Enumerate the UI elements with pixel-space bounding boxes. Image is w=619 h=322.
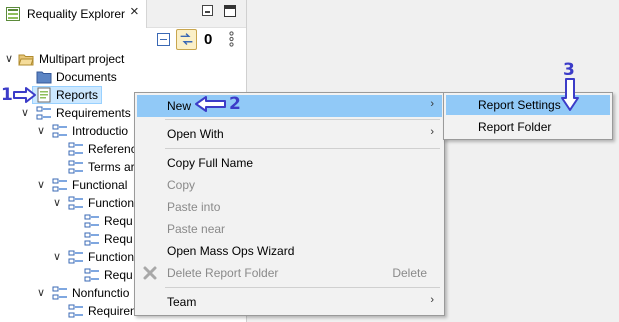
tree-item-label: Function — [88, 196, 135, 210]
tree-item-label: Functional — [72, 178, 128, 192]
new-submenu: Report Settings Report Folder — [443, 92, 613, 140]
tree-item-label: Terms ar — [88, 160, 135, 174]
menu-item-report-settings[interactable]: Report Settings — [446, 95, 610, 115]
step-2-arrow-icon — [195, 96, 226, 112]
tree-item-label: Requ — [104, 232, 133, 246]
menu-item-label: Open With — [167, 127, 224, 141]
menu-item-team[interactable]: Team › — [137, 291, 442, 313]
view-title-bar — [147, 0, 246, 28]
expand-chevron-icon[interactable]: ∨ — [36, 178, 46, 191]
explorer-icon — [6, 7, 20, 21]
menu-item-copy[interactable]: Copy — [137, 174, 442, 196]
filter-count: 0 — [204, 31, 213, 48]
expand-chevron-icon[interactable]: ∨ — [52, 250, 62, 263]
tree-item-label: Requirements — [56, 106, 131, 120]
menu-separator — [165, 287, 440, 288]
menu-item-label: Delete Report Folder — [167, 266, 279, 280]
view-menu-icon[interactable] — [229, 31, 234, 47]
step-1-number: 1 — [1, 85, 13, 105]
step-2-number: 2 — [229, 94, 241, 114]
delete-icon — [143, 266, 157, 280]
requirement-icon — [84, 268, 99, 282]
tree-item-label: Referenc — [88, 142, 137, 156]
menu-item-delete-report-folder[interactable]: Delete Report Folder Delete — [137, 262, 442, 284]
tree-item-documents[interactable]: Documents — [0, 68, 240, 86]
requirement-icon — [68, 196, 83, 210]
menu-item-label: Report Settings — [478, 98, 561, 112]
menu-item-label: Report Folder — [478, 120, 552, 134]
menu-separator — [165, 148, 440, 149]
submenu-arrow-icon: › — [430, 98, 434, 110]
tree-item-multipart-project[interactable]: ∨ Multipart project — [0, 50, 240, 68]
expand-chevron-icon[interactable]: ∨ — [4, 52, 14, 65]
close-icon[interactable]: × — [130, 4, 139, 20]
folder-icon — [36, 71, 52, 84]
tree-item-label: Nonfunctio — [72, 286, 130, 300]
requirement-icon — [84, 214, 99, 228]
minimize-icon[interactable] — [202, 5, 213, 16]
menu-separator — [165, 119, 440, 120]
submenu-arrow-icon: › — [430, 294, 434, 306]
menu-item-paste-near[interactable]: Paste near — [137, 218, 442, 240]
tree-item-label: Multipart project — [39, 52, 125, 66]
menu-item-shortcut: Delete — [392, 266, 427, 280]
menu-item-new[interactable]: New › — [137, 95, 442, 117]
menu-item-copy-full-name[interactable]: Copy Full Name — [137, 152, 442, 174]
menu-item-label: Paste into — [167, 200, 221, 214]
menu-item-label: New — [167, 99, 192, 113]
step-1-arrow-icon — [13, 87, 36, 103]
menu-item-open-with[interactable]: Open With › — [137, 123, 442, 145]
menu-item-open-mass-ops-wizard[interactable]: Open Mass Ops Wizard — [137, 240, 442, 262]
link-with-editor-icon[interactable] — [176, 29, 197, 50]
requirement-icon — [52, 178, 67, 192]
project-folder-icon — [18, 54, 34, 66]
requirement-icon — [52, 286, 67, 300]
requirement-icon — [68, 142, 83, 156]
maximize-icon[interactable] — [224, 5, 236, 17]
tree-item-label: Function — [88, 250, 135, 264]
step-3-arrow-icon — [561, 78, 579, 111]
tree-item-label: Documents — [56, 70, 117, 84]
report-folder-icon — [37, 87, 51, 103]
tree-item-label: Requ — [104, 268, 133, 282]
context-menu: New › Open With › Copy Full Name Copy Pa… — [134, 92, 445, 316]
menu-item-label: Copy — [167, 178, 196, 192]
tab-title: Requality Explorer — [27, 7, 126, 21]
submenu-arrow-icon: › — [430, 126, 434, 138]
collapse-all-icon[interactable] — [157, 33, 170, 46]
expand-chevron-icon[interactable]: ∨ — [36, 124, 46, 137]
expand-chevron-icon[interactable]: ∨ — [52, 196, 62, 209]
requirement-icon — [68, 304, 83, 318]
requirement-icon — [36, 106, 51, 120]
requirement-icon — [52, 124, 67, 138]
menu-item-label: Team — [167, 295, 197, 309]
requirement-icon — [68, 250, 83, 264]
tree-item-label: Requ — [104, 214, 133, 228]
requirement-icon — [68, 160, 83, 174]
expand-chevron-icon[interactable]: ∨ — [20, 106, 30, 119]
tree-item-label: Reports — [56, 88, 99, 102]
tree-item-label: Requiren — [88, 304, 137, 318]
menu-item-report-folder[interactable]: Report Folder — [446, 117, 610, 137]
tree-item-label: Introductio — [72, 124, 129, 138]
expand-chevron-icon[interactable]: ∨ — [36, 286, 46, 299]
requirement-icon — [84, 232, 99, 246]
step-3-number: 3 — [563, 60, 575, 80]
menu-item-label: Open Mass Ops Wizard — [167, 244, 295, 258]
requality-explorer-tab[interactable]: Requality Explorer × — [0, 0, 147, 28]
menu-item-label: Paste near — [167, 222, 226, 236]
menu-item-paste-into[interactable]: Paste into — [137, 196, 442, 218]
menu-item-label: Copy Full Name — [167, 156, 254, 170]
